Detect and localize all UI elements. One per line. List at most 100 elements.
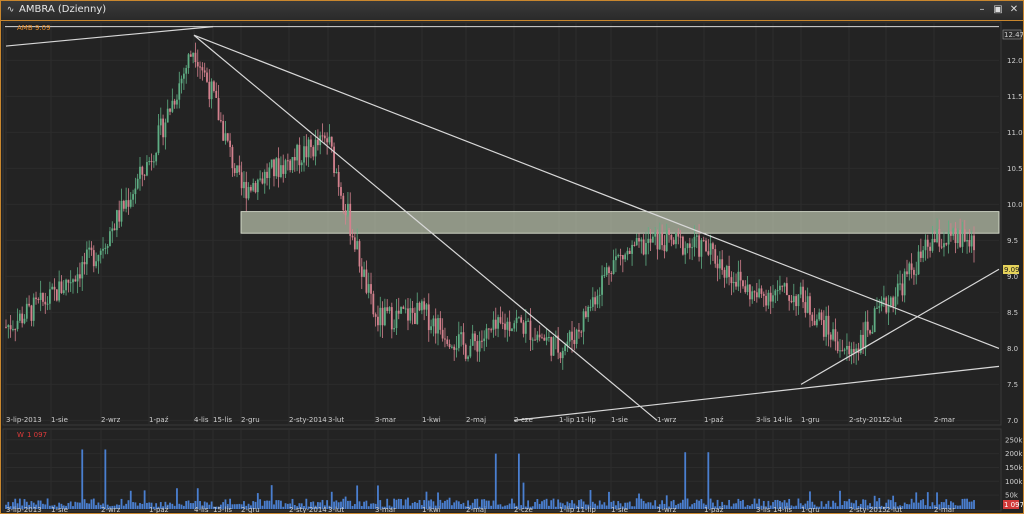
x-tick-label: 2-mar [934,416,955,424]
candle-body [282,165,285,174]
candle-body [492,319,495,330]
chart-canvas[interactable]: 12.0 11.5 11.0 10.5 10.0 9.5 9.0 8.5 8.0 7.5 7.0 25… [1,1,1023,513]
candle-body [407,308,409,321]
volume-bar [846,501,848,509]
volume-bar [511,498,513,509]
volume-bar [97,502,100,509]
candle-body [291,157,294,171]
x-tick-label: 2-sty-2015 [849,416,887,424]
candle-body [171,100,174,112]
volume-bar [913,502,915,509]
candle-body [769,292,772,302]
candle-body [69,282,72,284]
candle-body [785,283,788,296]
volume-bar [139,503,141,509]
y-tick-label: 8.5 [1007,309,1018,317]
candle-body [836,341,839,351]
candle-body [605,267,608,275]
candle-body [695,235,698,237]
candle-body [90,247,93,251]
candle-body [882,297,885,301]
candle-body [395,310,398,329]
candle-body [95,261,98,267]
candle-body [626,250,629,255]
candle-body [444,338,446,340]
y-tick-label: 10.5 [1007,165,1023,173]
volume-bar [79,502,81,509]
candle-body [402,306,405,309]
candle-body [76,274,79,282]
candle-body [367,284,370,293]
candle-body [55,289,58,301]
candle-body [42,292,44,302]
volume-bar [543,499,546,509]
candle-body [155,152,158,162]
candle-body [658,232,661,250]
candle-body [568,331,571,342]
candle-body [314,139,317,157]
candle-body [236,165,238,174]
candle-body [141,166,144,175]
volume-bar [601,504,603,509]
candle-body [474,333,476,342]
candle-body [910,263,913,270]
volume-bar [441,502,444,509]
candle-body [647,238,650,244]
volume-bar [695,499,698,509]
candle-body [383,307,386,326]
volume-bar [171,503,174,509]
candle-body [178,83,181,100]
candle-body [169,108,171,112]
candle-body [217,97,220,121]
volume-bar [407,497,409,509]
x-tick-label: 3-lut [328,416,344,424]
volume-bar [418,499,421,509]
candle-body [952,228,955,236]
volume-panel [2,428,1002,512]
volume-bar [651,505,654,509]
candle-body [746,284,749,293]
volume-bar [829,506,832,509]
candle-body [790,300,793,303]
candle-body [732,281,735,284]
volume-bar [548,505,550,509]
candle-body [430,326,432,331]
candle-body [277,158,280,178]
volume-bar [402,505,405,509]
candle-body [441,329,444,339]
candle-body [915,274,918,276]
candle-body [550,337,553,356]
volume-bar [645,503,647,509]
x-tick-label: 3-mar [375,506,396,513]
candle-body [571,331,573,340]
candle-body [825,315,828,337]
candle-body [460,332,463,335]
volume-bar [69,501,72,509]
candle-body [39,292,42,300]
volume-bar [834,502,837,509]
candle-body [682,236,684,255]
volume-bar [682,499,684,509]
y-tick-label: 50k [1005,492,1019,500]
volume-bar [922,499,925,509]
candle-body [813,320,816,326]
candle-body [263,171,266,184]
candle-body [229,140,231,148]
candle-body [873,308,876,333]
candle-body [316,139,319,146]
candle-body [79,274,81,279]
candle-body [423,301,426,310]
candle-body [714,249,717,264]
candle-body [289,160,292,171]
candle-body [139,166,141,179]
volume-bar [732,503,735,509]
volume-bar [608,491,610,509]
candle-body [185,68,188,74]
candle-body [270,159,273,168]
volume-bar [367,506,370,509]
volume-bar [487,500,490,509]
candle-body [99,250,102,255]
candle-body [792,296,795,303]
candle-body [12,329,14,331]
candle-body [363,269,365,277]
